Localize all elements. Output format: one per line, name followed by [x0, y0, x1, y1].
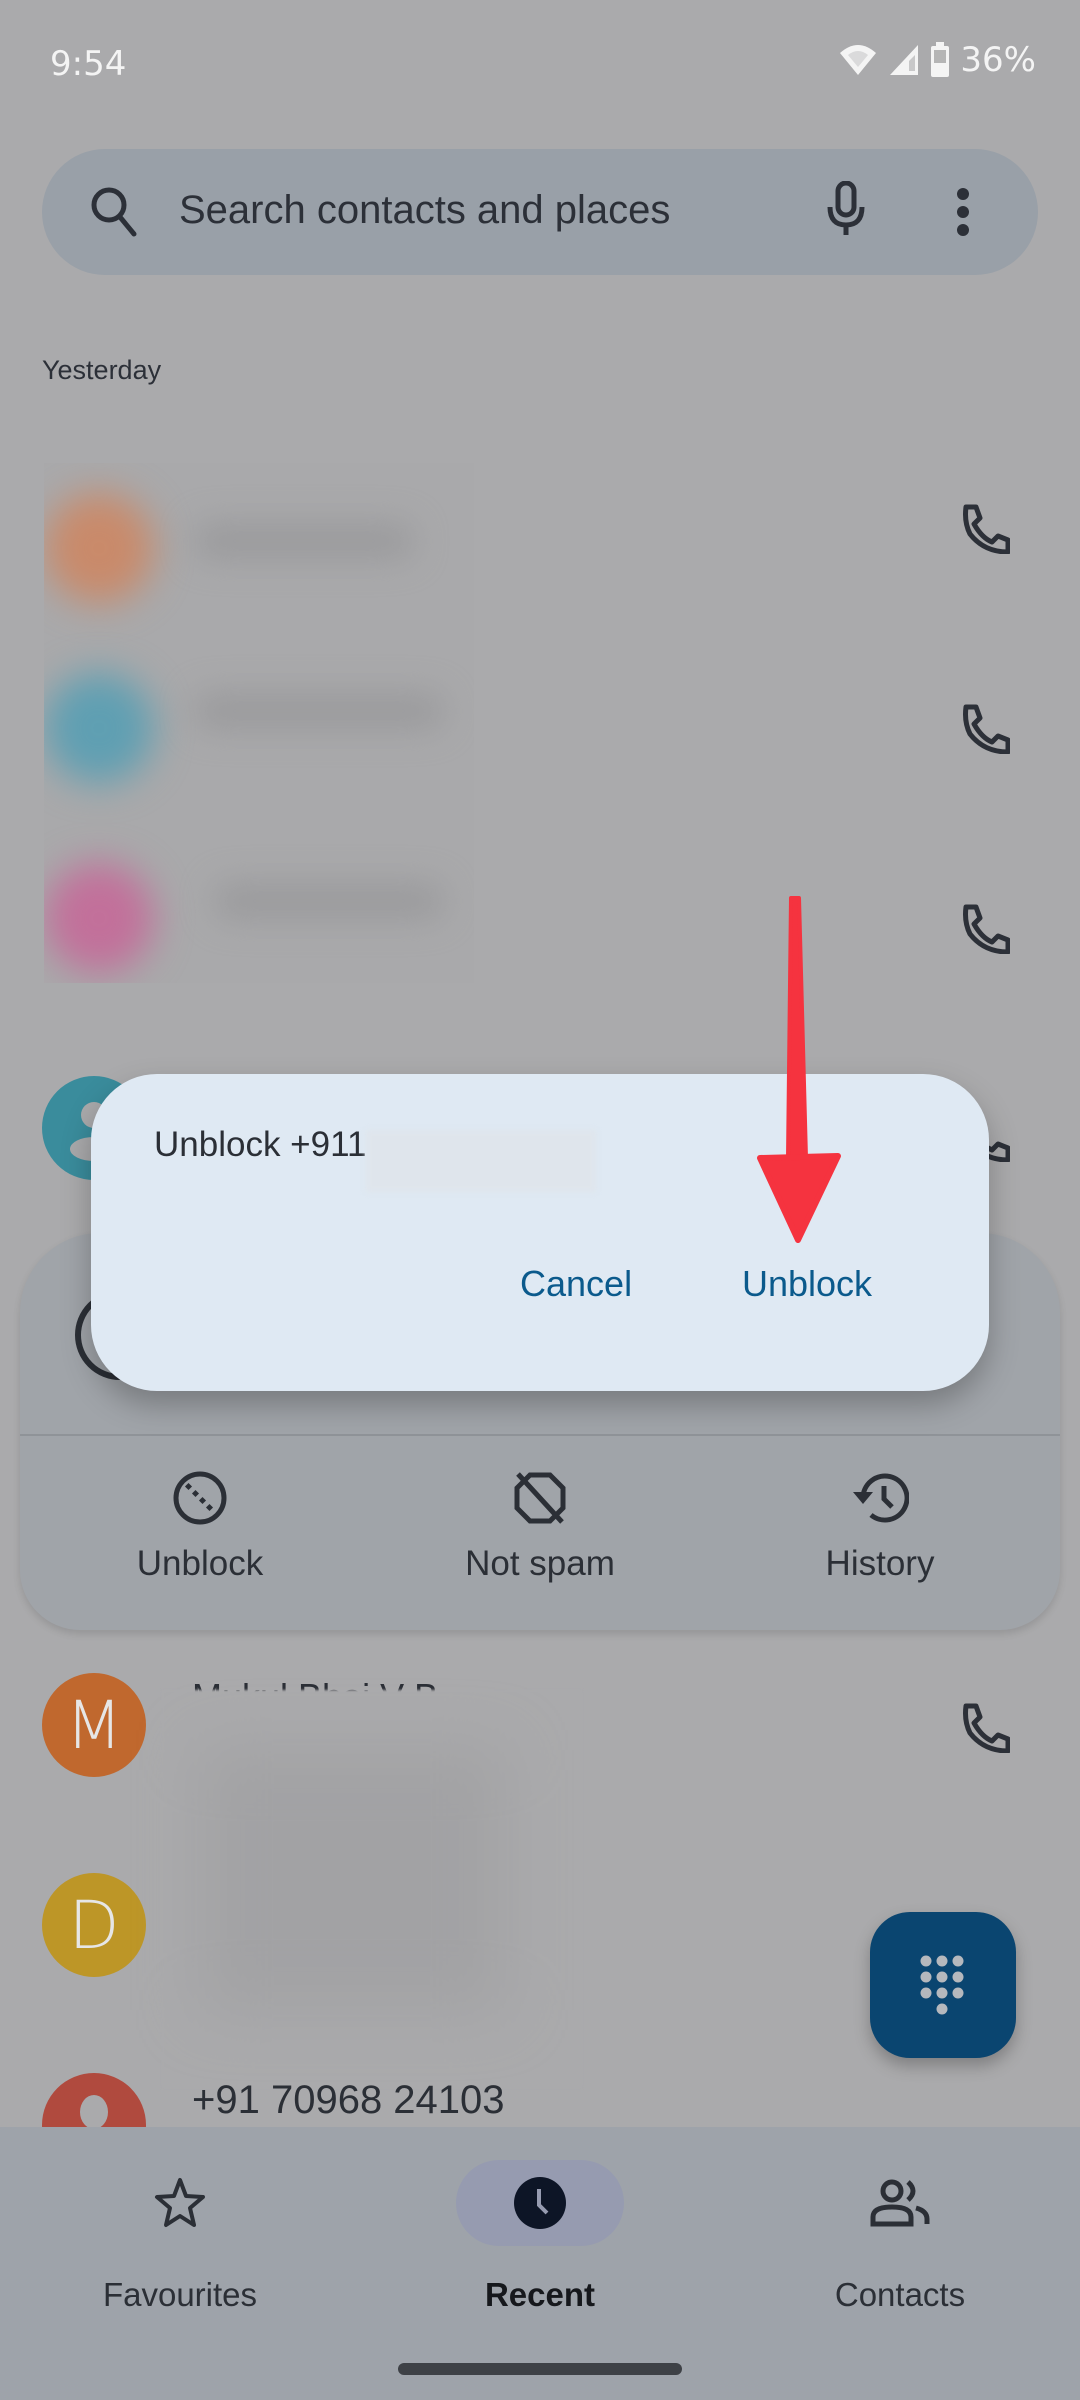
- status-icons: 36%: [838, 40, 1036, 80]
- more-vert-icon[interactable]: [955, 187, 971, 237]
- redacted-avatar: [44, 493, 154, 603]
- nav-label: Favourites: [102, 2276, 258, 2313]
- dialpad-button[interactable]: [870, 1912, 1016, 2058]
- mic-icon[interactable]: [826, 181, 866, 237]
- nav-recent[interactable]: Recent: [390, 2160, 690, 2314]
- home-indicator[interactable]: [398, 2363, 682, 2375]
- search-icon[interactable]: [90, 186, 138, 238]
- battery-icon: [931, 42, 950, 77]
- history-icon: [853, 1473, 909, 1523]
- call-button[interactable]: [962, 1703, 1010, 1753]
- nav-label: Contacts: [834, 2276, 966, 2313]
- action-label: Not spam: [465, 1544, 615, 1583]
- search-input[interactable]: Search contacts and places: [179, 188, 670, 233]
- section-header-yesterday: Yesterday: [42, 355, 162, 385]
- action-label: History: [825, 1544, 935, 1583]
- nav-label: Recent: [484, 2276, 596, 2313]
- redacted-avatar: [44, 863, 154, 973]
- action-not-spam[interactable]: Not spam: [370, 1470, 710, 1584]
- unblock-icon: [173, 1471, 227, 1525]
- wifi-icon: [840, 45, 877, 75]
- confirm-unblock-button[interactable]: Unblock: [742, 1263, 872, 1305]
- star-icon: [155, 2178, 205, 2227]
- nav-favourites[interactable]: Favourites: [30, 2160, 330, 2314]
- call-button[interactable]: [962, 904, 1010, 954]
- avatar-unknown-red: [42, 2073, 146, 2127]
- redacted-text: [194, 523, 414, 559]
- redacted-number: [366, 1130, 596, 1192]
- avatar-m: M: [42, 1673, 146, 1777]
- redacted-contacts: [162, 1690, 582, 2088]
- unblock-dialog: [91, 1074, 989, 1391]
- status-time: 9:54: [50, 44, 127, 84]
- not-spam-icon: [514, 1472, 566, 1524]
- dialog-title: Unblock +911: [154, 1125, 367, 1164]
- signal-icon: [890, 45, 919, 75]
- action-label: Unblock: [136, 1544, 264, 1583]
- avatar-d: D: [42, 1873, 146, 1977]
- redacted-text: [214, 883, 444, 919]
- clock-icon: [514, 2177, 566, 2229]
- contacts-icon: [870, 2179, 930, 2227]
- sheet-divider: [20, 1434, 1060, 1436]
- call-button[interactable]: [962, 504, 1010, 554]
- action-unblock[interactable]: Unblock: [30, 1470, 370, 1584]
- contact-number: +91 70968 24103: [192, 2078, 505, 2122]
- annotation-arrow-icon: [757, 896, 841, 1243]
- cancel-button[interactable]: Cancel: [520, 1263, 632, 1305]
- action-history[interactable]: History: [710, 1470, 1050, 1584]
- redacted-call-rows: [44, 463, 474, 983]
- battery-percent: 36%: [960, 40, 1036, 80]
- redacted-avatar: [44, 673, 154, 783]
- call-button[interactable]: [962, 704, 1010, 754]
- redacted-text: [194, 693, 444, 729]
- nav-contacts[interactable]: Contacts: [750, 2160, 1050, 2314]
- dialpad-icon: [920, 1955, 964, 2015]
